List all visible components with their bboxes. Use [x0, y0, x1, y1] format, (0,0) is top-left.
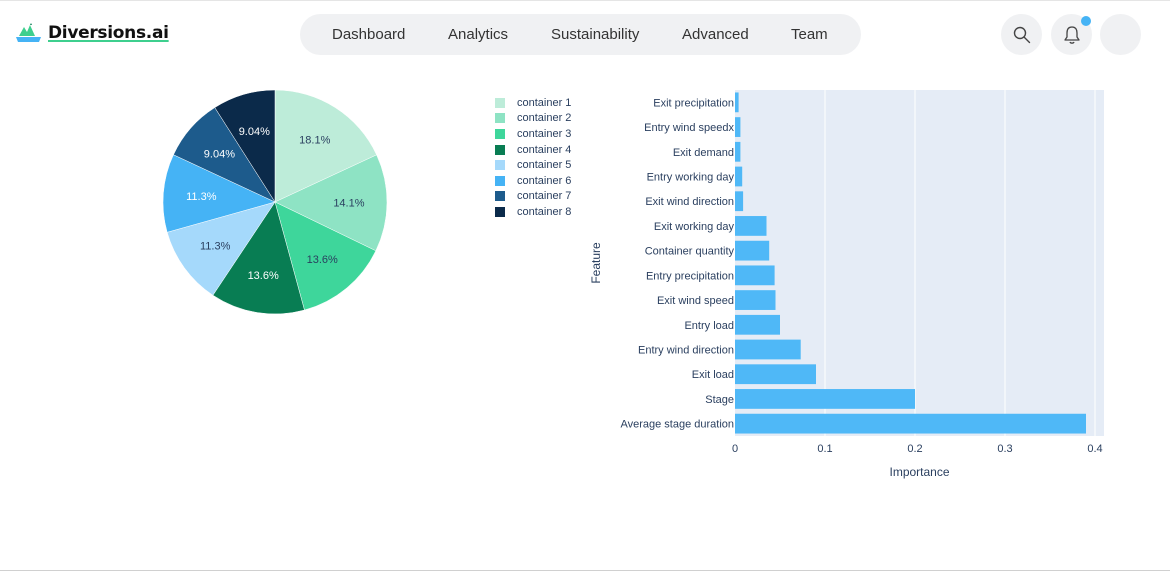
pie-slice-label: 13.6% [248, 270, 279, 282]
y-tick-label: Entry wind speedx [644, 122, 734, 134]
legend-label: container 2 [517, 112, 572, 125]
nav-item-sustainability[interactable]: Sustainability [551, 14, 639, 55]
search-button[interactable] [1001, 14, 1042, 55]
avatar-button[interactable] [1100, 14, 1141, 55]
legend-swatch [495, 175, 505, 186]
importance-bar[interactable] [735, 92, 739, 113]
importance-bar[interactable] [735, 339, 801, 360]
x-tick-label: 0.2 [907, 443, 922, 455]
pie-slice-label: 18.1% [299, 135, 330, 147]
pie-slice-label: 13.6% [307, 254, 338, 266]
legend-label: container 8 [517, 205, 572, 218]
pie-slice-label: 14.1% [333, 198, 364, 210]
nav-item-team[interactable]: Team [791, 14, 828, 55]
pie-slice-label: 11.3% [200, 240, 231, 252]
importance-bar[interactable] [735, 117, 741, 137]
legend-swatch [495, 206, 505, 217]
pie-chart: 18.1% 14.1% 13.6% 13.6% 11.3% 11.3% 9.04% 9.04% [162, 89, 388, 315]
legend-swatch [495, 191, 505, 202]
importance-bar[interactable] [735, 290, 776, 310]
y-tick-label: Exit wind direction [645, 196, 734, 208]
legend-label: container 3 [517, 127, 572, 140]
x-tick-label: 0.1 [817, 443, 832, 455]
y-tick-label: Entry load [684, 320, 734, 332]
legend-item[interactable]: container 4 [495, 142, 571, 158]
y-axis-title: Feature [589, 242, 603, 284]
legend-item[interactable]: container 7 [495, 189, 571, 205]
legend-label: container 1 [517, 96, 572, 109]
legend-item[interactable]: container 5 [495, 157, 571, 173]
y-tick-label: Average stage duration [620, 419, 734, 431]
importance-bar[interactable] [735, 141, 741, 162]
nav-item-analytics[interactable]: Analytics [448, 14, 508, 55]
importance-bar[interactable] [735, 413, 1086, 434]
legend-label: container 5 [517, 159, 572, 172]
y-tick-label: Exit load [692, 369, 734, 381]
y-tick-label: Exit precipitation [653, 97, 734, 109]
importance-bar[interactable] [735, 364, 816, 385]
pie-slice-label: 9.04% [204, 148, 235, 160]
legend-swatch [495, 160, 505, 171]
logo-icon [16, 23, 41, 42]
importance-bar[interactable] [735, 389, 915, 409]
importance-bar[interactable] [735, 240, 770, 261]
y-tick-label: Entry wind direction [638, 345, 734, 357]
legend-label: container 4 [517, 143, 572, 156]
legend-label: container 6 [517, 174, 572, 187]
main-nav: Dashboard Analytics Sustainability Advan… [300, 14, 861, 55]
importance-bar[interactable] [735, 265, 775, 286]
x-axis-title: Importance [889, 465, 949, 479]
pie-slice-label: 11.3% [186, 191, 217, 203]
nav-item-advanced[interactable]: Advanced [682, 14, 749, 55]
pie-legend: container 1 container 2 container 3 contain… [495, 95, 571, 220]
y-tick-label: Entry working day [647, 172, 735, 184]
importance-bar[interactable] [735, 314, 780, 335]
feature-importance-chart: Exit precipitation Entry wind speedx Exit … [589, 90, 1104, 479]
logo[interactable]: Diversions.ai [16, 23, 169, 43]
y-tick-label: Entry precipitation [646, 270, 734, 282]
legend-swatch [495, 144, 505, 155]
importance-bar[interactable] [735, 216, 767, 236]
y-tick-label: Exit demand [673, 147, 734, 159]
top-bar: Diversions.ai Dashboard Analytics Sustai… [0, 1, 1170, 67]
importance-bar[interactable] [735, 191, 744, 212]
y-tick-label: Exit wind speed [657, 295, 734, 307]
legend-item[interactable]: container 8 [495, 204, 571, 220]
legend-swatch [495, 113, 505, 124]
legend-item[interactable]: container 6 [495, 173, 571, 189]
x-tick-label: 0.3 [997, 443, 1012, 455]
legend-swatch [495, 128, 505, 139]
legend-swatch [495, 97, 505, 108]
y-tick-label: Exit working day [654, 221, 735, 233]
legend-label: container 7 [517, 190, 572, 203]
legend-item[interactable]: container 3 [495, 126, 571, 142]
x-tick-label: 0.4 [1087, 443, 1102, 455]
notification-dot [1081, 16, 1091, 26]
pie-slice-label: 9.04% [239, 126, 270, 138]
nav-item-dashboard[interactable]: Dashboard [332, 14, 405, 55]
x-tick-label: 0 [732, 443, 738, 455]
importance-bar[interactable] [735, 166, 743, 187]
search-icon [1013, 26, 1030, 43]
legend-item[interactable]: container 1 [495, 95, 571, 111]
y-tick-label: Stage [705, 394, 734, 406]
notifications-button[interactable] [1051, 14, 1092, 55]
logo-text: Diversions.ai [48, 23, 169, 43]
y-tick-label: Container quantity [645, 246, 735, 258]
bell-icon [1063, 25, 1080, 44]
legend-item[interactable]: container 2 [495, 111, 571, 127]
